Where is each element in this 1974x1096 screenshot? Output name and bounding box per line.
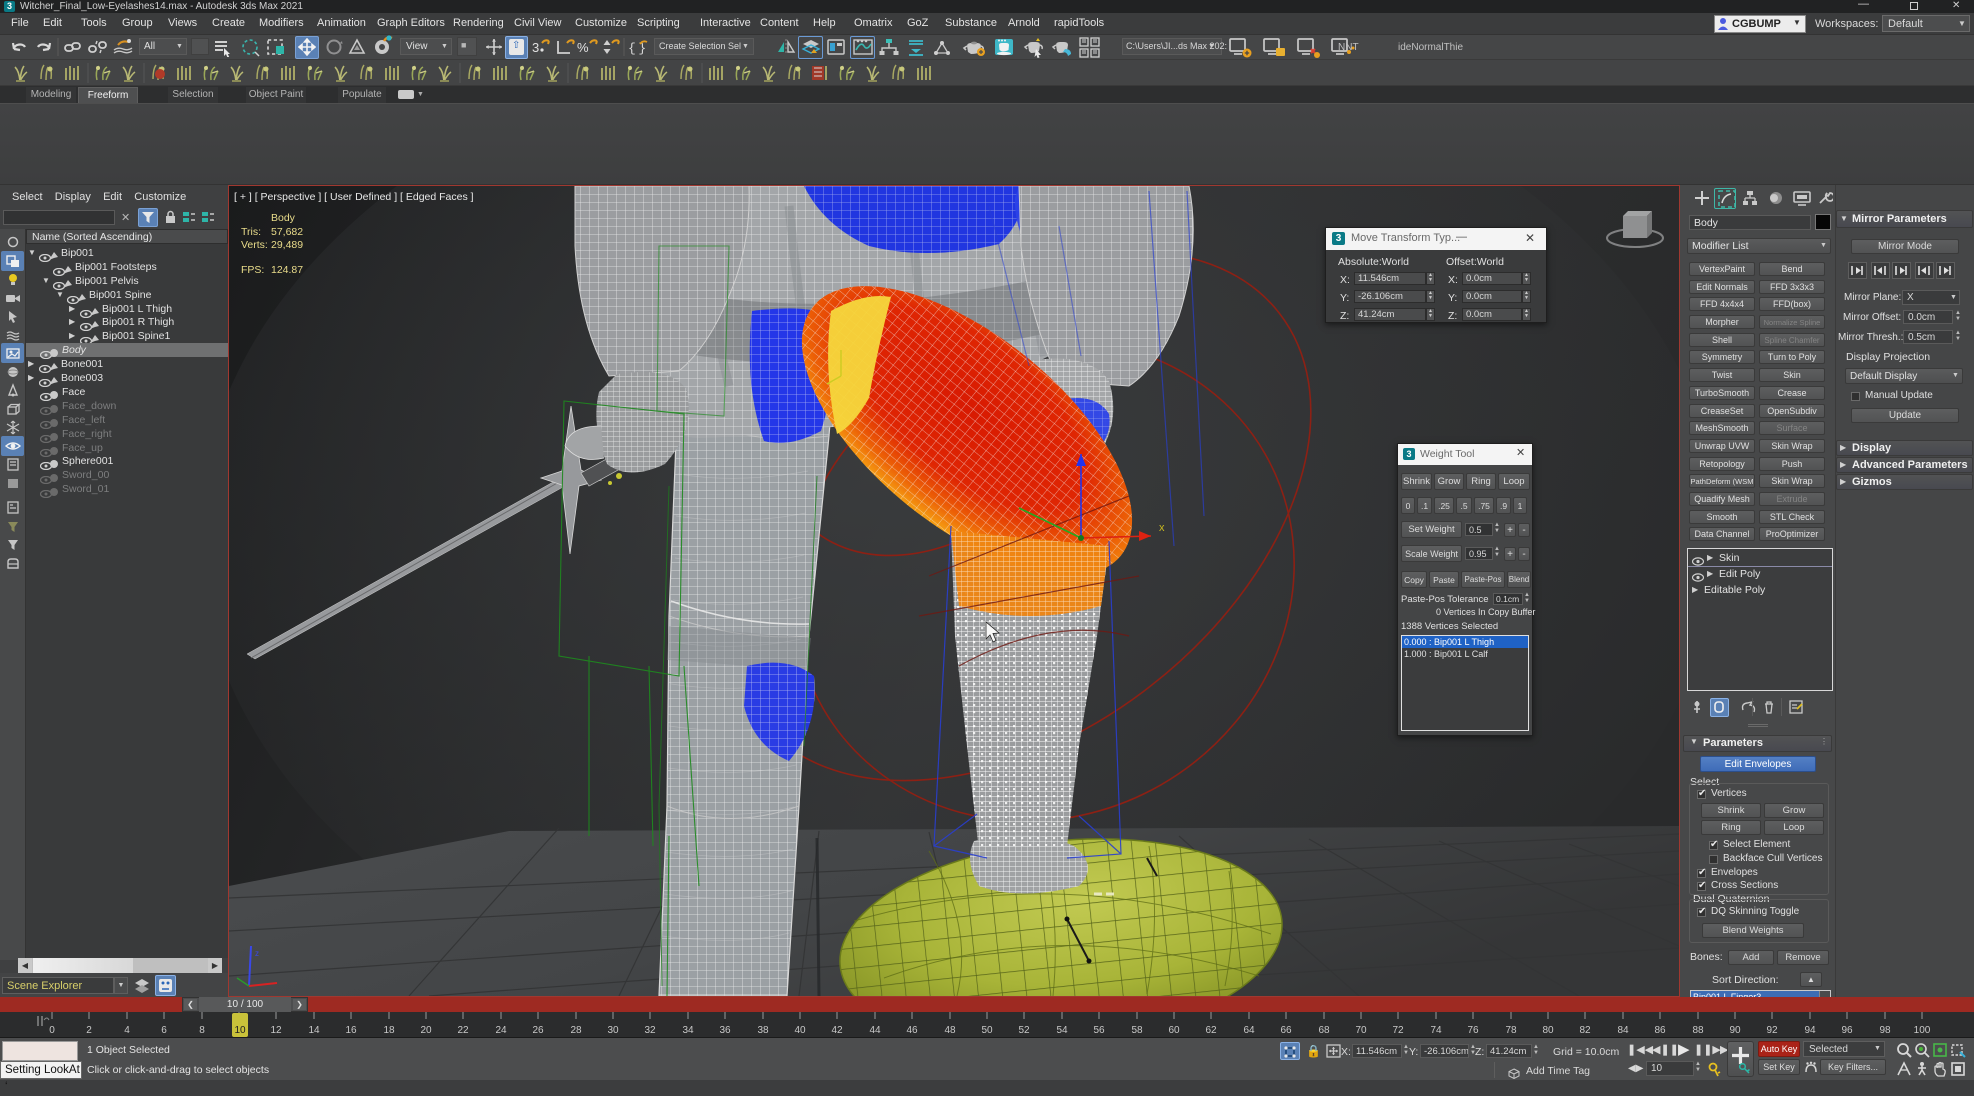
svg-text:60: 60 bbox=[1168, 1025, 1180, 1036]
svg-text:52: 52 bbox=[1018, 1025, 1030, 1036]
svg-text:34: 34 bbox=[682, 1025, 694, 1036]
svg-text:28: 28 bbox=[570, 1025, 582, 1036]
svg-text:z: z bbox=[255, 949, 259, 958]
svg-text:90: 90 bbox=[1729, 1025, 1741, 1036]
svg-text:96: 96 bbox=[1841, 1025, 1853, 1036]
svg-text:58: 58 bbox=[1131, 1025, 1143, 1036]
svg-text:32: 32 bbox=[644, 1025, 656, 1036]
svg-text:%: % bbox=[577, 40, 589, 55]
svg-text:6: 6 bbox=[161, 1025, 167, 1036]
svg-text:70: 70 bbox=[1355, 1025, 1367, 1036]
svg-text:66: 66 bbox=[1280, 1025, 1292, 1036]
svg-text:30: 30 bbox=[607, 1025, 619, 1036]
svg-text:46: 46 bbox=[906, 1025, 918, 1036]
svg-text:100: 100 bbox=[1914, 1025, 1931, 1036]
svg-text:94: 94 bbox=[1804, 1025, 1816, 1036]
svg-text:12: 12 bbox=[270, 1025, 282, 1036]
svg-text:68: 68 bbox=[1318, 1025, 1330, 1036]
svg-text:80: 80 bbox=[1542, 1025, 1554, 1036]
svg-text:20: 20 bbox=[420, 1025, 432, 1036]
svg-text:x: x bbox=[1159, 522, 1165, 534]
svg-text:54: 54 bbox=[1056, 1025, 1068, 1036]
svg-text:36: 36 bbox=[719, 1025, 731, 1036]
svg-text:22: 22 bbox=[457, 1025, 469, 1036]
svg-text:84: 84 bbox=[1617, 1025, 1629, 1036]
svg-text:62: 62 bbox=[1205, 1025, 1217, 1036]
svg-text:16: 16 bbox=[345, 1025, 357, 1036]
svg-text:42: 42 bbox=[831, 1025, 843, 1036]
svg-text:86: 86 bbox=[1654, 1025, 1666, 1036]
svg-text:74: 74 bbox=[1430, 1025, 1442, 1036]
svg-text:2: 2 bbox=[86, 1025, 92, 1036]
svg-text:78: 78 bbox=[1505, 1025, 1517, 1036]
svg-text:8: 8 bbox=[199, 1025, 205, 1036]
svg-text:72: 72 bbox=[1392, 1025, 1404, 1036]
svg-text:14: 14 bbox=[308, 1025, 320, 1036]
svg-text:98: 98 bbox=[1879, 1025, 1891, 1036]
svg-text:24: 24 bbox=[495, 1025, 507, 1036]
svg-text:82: 82 bbox=[1579, 1025, 1591, 1036]
svg-text:48: 48 bbox=[944, 1025, 956, 1036]
svg-text:40: 40 bbox=[794, 1025, 806, 1036]
svg-text:10: 10 bbox=[234, 1025, 246, 1036]
svg-text:44: 44 bbox=[869, 1025, 881, 1036]
svg-text:0: 0 bbox=[49, 1025, 55, 1036]
svg-text:26: 26 bbox=[532, 1025, 544, 1036]
svg-text:38: 38 bbox=[757, 1025, 769, 1036]
svg-text:4: 4 bbox=[124, 1025, 130, 1036]
svg-text:76: 76 bbox=[1467, 1025, 1479, 1036]
svg-text:3: 3 bbox=[532, 40, 539, 55]
svg-text:50: 50 bbox=[981, 1025, 993, 1036]
svg-text:18: 18 bbox=[383, 1025, 395, 1036]
svg-text:92: 92 bbox=[1766, 1025, 1778, 1036]
svg-text:64: 64 bbox=[1243, 1025, 1255, 1036]
svg-text:88: 88 bbox=[1692, 1025, 1704, 1036]
svg-text:56: 56 bbox=[1093, 1025, 1105, 1036]
svg-text:{ }: { } bbox=[628, 41, 646, 56]
